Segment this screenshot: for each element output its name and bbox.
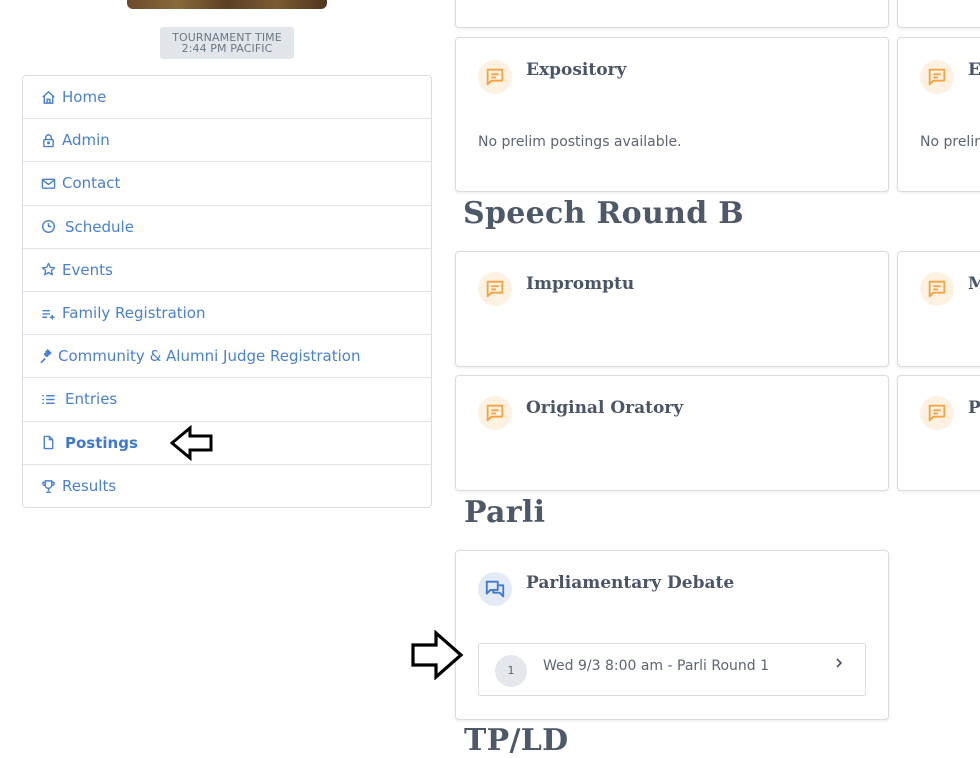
sidebar-item-label: Contact [62,174,121,193]
sidebar-item-contact[interactable]: Contact [23,162,431,206]
sidebar-item-postings[interactable]: Postings [23,422,431,465]
section-title-speech-round-b: Speech Round B [463,196,744,231]
sidebar-item-label: Schedule [65,217,134,236]
tournament-banner-image [127,0,327,9]
sidebar-item-judge-registration[interactable]: Community & Alumni Judge Registration [23,335,431,379]
event-card-impromptu[interactable]: Impromptu [455,251,889,367]
event-card-partial-right-2[interactable]: M [897,251,980,367]
speech-icon [478,60,512,94]
sidebar-item-label: Events [62,260,113,279]
sidebar-item-label: Results [62,477,117,496]
sidebar-item-results[interactable]: Results [23,465,431,508]
sidebar-item-schedule[interactable]: Schedule [23,206,431,249]
card-title: P [968,398,980,418]
sidebar-item-label: Community & Alumni Judge Registration [58,347,361,366]
speech-icon [920,60,954,94]
sidebar-item-admin[interactable]: Admin [23,119,431,163]
event-card-partial-right-3[interactable]: P [897,375,980,491]
sidebar-item-label: Entries [65,390,118,409]
round-number-badge: 1 [495,655,527,687]
speech-icon [478,272,512,306]
card-status-text: No prelim postings available. [478,134,682,150]
round-posting-row[interactable]: 1 Wed 9/3 8:00 am - Parli Round 1 [478,643,866,696]
event-card-expository[interactable]: Expository No prelim postings available. [455,37,889,192]
gavel-icon [38,348,54,364]
sidebar-item-home[interactable]: Home [23,76,431,120]
card-title: Original Oratory [526,398,684,418]
section-title-tpld: TP/LD [464,723,569,758]
card-title: Expository [526,60,627,80]
file-icon [40,435,56,451]
home-icon [40,89,56,105]
section-title-parli: Parli [464,495,546,530]
card-title: Impromptu [526,274,635,294]
sidebar-item-label: Postings [65,433,138,452]
event-card-partial-top[interactable] [455,0,889,28]
chevron-right-icon [836,658,843,668]
sidebar-nav: Home Admin Contact Schedule Events Famil… [22,75,432,508]
speech-icon [478,396,512,430]
event-card-parliamentary-debate[interactable]: Parliamentary Debate 1 Wed 9/3 8:00 am -… [455,550,889,720]
speech-icon [920,396,954,430]
speech-icon [920,272,954,306]
playlist-add-icon [40,305,56,321]
mail-icon [40,175,56,191]
sidebar-item-entries[interactable]: Entries [23,378,431,422]
card-title: M [968,274,980,294]
event-card-partial-top-right[interactable] [897,0,980,28]
lock-icon [40,132,56,148]
annotation-arrow-right-icon [411,630,464,680]
debate-icon [478,572,512,606]
list-icon [40,391,56,407]
round-label: Wed 9/3 8:00 am - Parli Round 1 [543,658,770,674]
star-icon [40,262,56,278]
card-status-text: No prelim [920,134,980,150]
sidebar-item-label: Family Registration [62,304,206,323]
trophy-icon [40,478,56,494]
event-card-partial-right-1[interactable]: E No prelim [897,37,980,192]
sidebar-item-label: Home [62,88,107,107]
tournament-time-value: 2:44 PM PACIFIC [181,42,273,55]
sidebar-item-family-registration[interactable]: Family Registration [23,292,431,336]
sidebar-item-label: Admin [62,131,110,150]
annotation-arrow-left-icon [170,425,213,461]
card-title: Parliamentary Debate [526,573,735,593]
event-card-original-oratory[interactable]: Original Oratory [455,375,889,491]
sidebar-item-events[interactable]: Events [23,249,431,292]
clock-icon [40,219,56,235]
card-title: E [968,60,980,80]
tournament-time-badge: TOURNAMENT TIME 2:44 PM PACIFIC [160,27,294,59]
